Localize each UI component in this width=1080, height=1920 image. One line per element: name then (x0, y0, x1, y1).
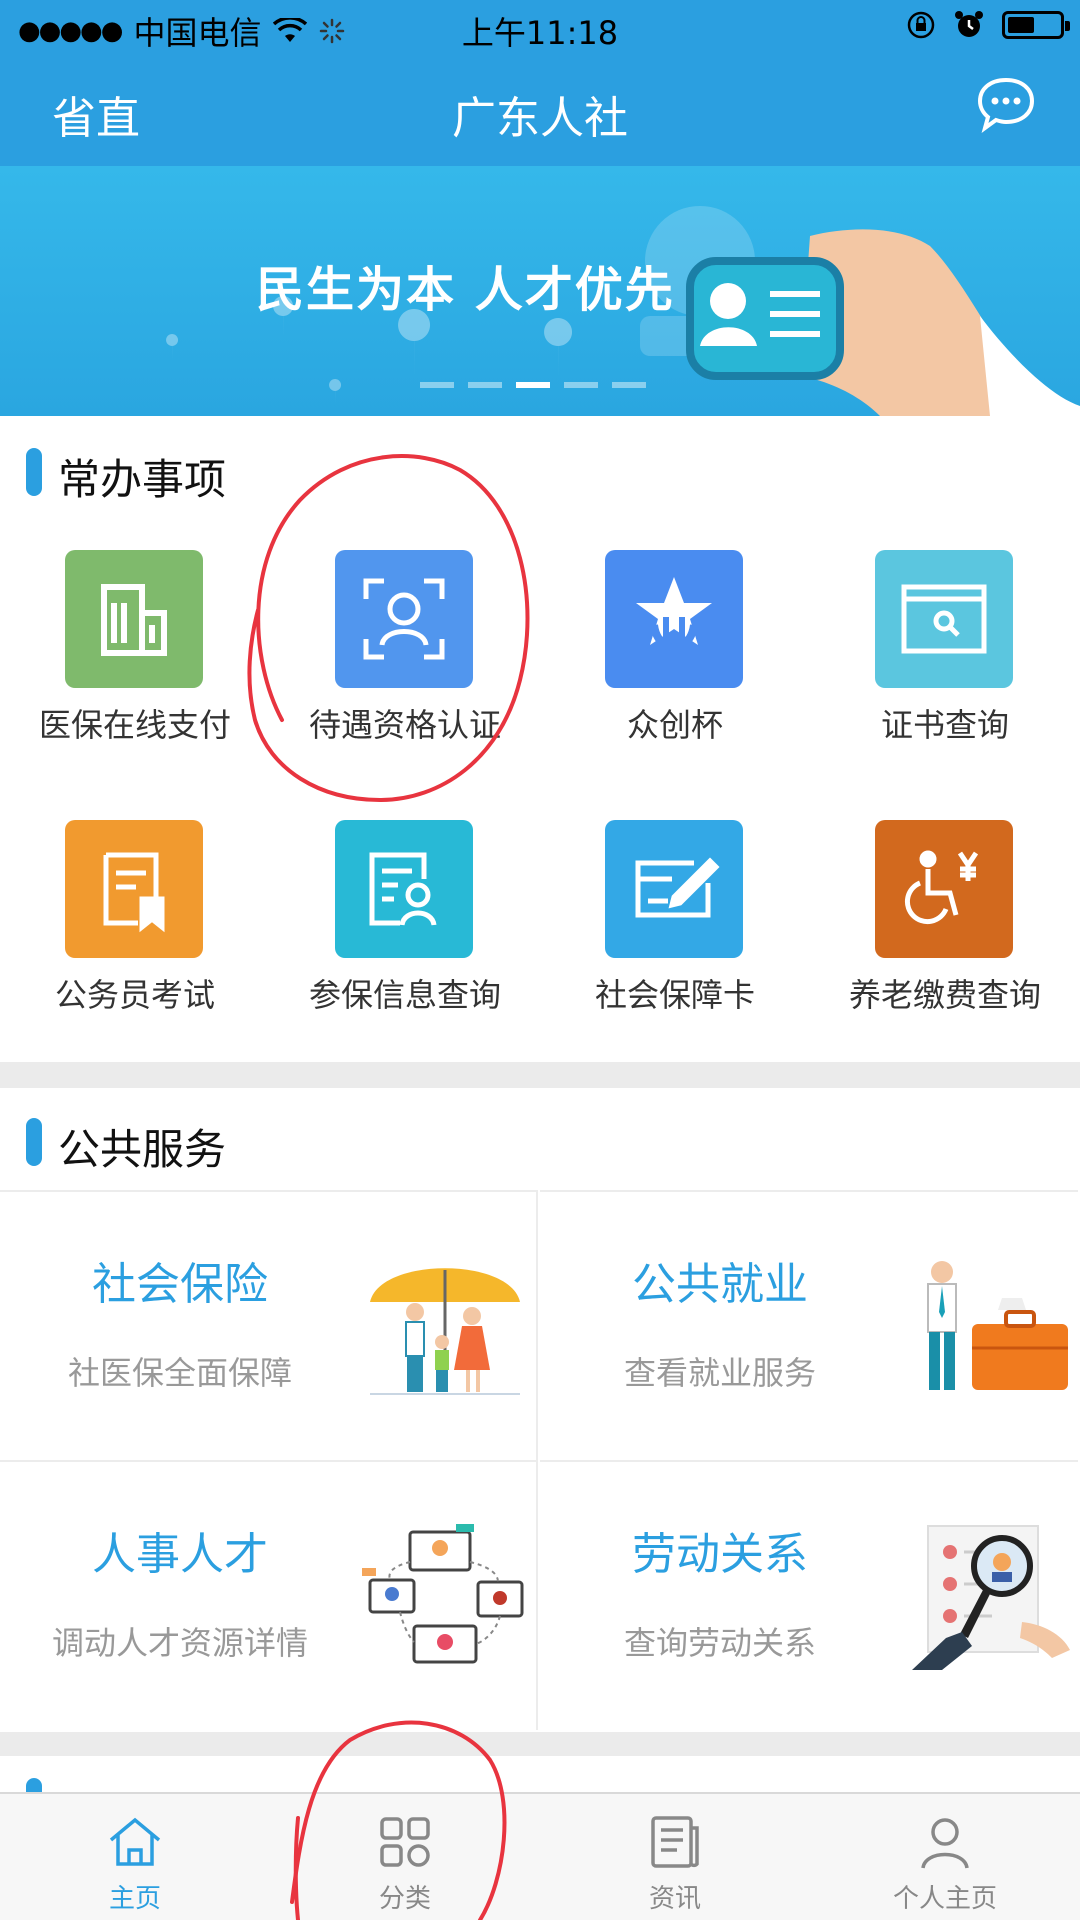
card-title: 人事人才 (92, 1529, 268, 1580)
item-pension-payment[interactable]: 养老缴费查询 (810, 820, 1080, 1030)
exam-document-icon (65, 820, 203, 958)
nav-header: 省直 广东人社 (0, 52, 1080, 166)
item-qualification-auth[interactable]: 待遇资格认证 (270, 550, 540, 760)
talent-network-illustration (362, 1524, 524, 1664)
tab-profile[interactable]: 个人主页 (810, 1794, 1080, 1920)
card-labor-relations[interactable]: 劳动关系 查询劳动关系 (540, 1460, 1078, 1730)
card-personnel-talent[interactable]: 人事人才 调动人才资源详情 (0, 1460, 538, 1730)
card-subtitle: 社医保全面保障 (67, 1354, 292, 1392)
item-medical-payment[interactable]: 医保在线支付 (0, 550, 270, 760)
card-title: 劳动关系 (632, 1529, 808, 1580)
tab-category[interactable]: 分类 (270, 1794, 540, 1920)
card-title: 社会保险 (92, 1259, 268, 1310)
wheelchair-yen-icon (875, 820, 1013, 958)
page-title: 广东人社 (452, 93, 628, 144)
tab-news[interactable]: 资讯 (540, 1794, 810, 1920)
pager-dot (420, 382, 454, 388)
card-subtitle: 查看就业服务 (623, 1354, 816, 1392)
rotation-lock-icon (907, 11, 935, 39)
card-social-insurance[interactable]: 社会保险 社医保全面保障 (0, 1190, 538, 1460)
card-subtitle: 调动人才资源详情 (51, 1624, 308, 1662)
section-divider (0, 1062, 1080, 1088)
common-section-header: 常办事项 (0, 420, 1080, 520)
section-title: 公共服务 (58, 1125, 227, 1174)
section-title: 常办事项 (58, 455, 227, 504)
pager-dot-active (516, 382, 550, 388)
pager-dot (612, 382, 646, 388)
chat-bubble-icon[interactable] (974, 72, 1038, 136)
item-label: 待遇资格认证 (308, 706, 501, 744)
item-label: 养老缴费查询 (848, 976, 1041, 1014)
banner-pager (420, 382, 646, 388)
item-social-security-card[interactable]: 社会保障卡 (540, 820, 810, 1030)
battery-icon (1002, 11, 1070, 39)
worker-briefcase-illustration (927, 1261, 1068, 1390)
grid-icon (380, 1817, 430, 1867)
star-cup-icon (605, 550, 743, 688)
section-divider (0, 1732, 1080, 1756)
news-icon (651, 1816, 699, 1868)
tab-label: 分类 (378, 1884, 431, 1914)
public-section-header: 公共服务 (0, 1090, 1080, 1190)
card-public-employment[interactable]: 公共就业 查看就业服务 (540, 1190, 1078, 1460)
item-label: 社会保障卡 (594, 976, 755, 1014)
bottom-tab-bar: 主页 分类 资讯 个人主页 (0, 1792, 1080, 1920)
item-insurance-info[interactable]: 参保信息查询 (270, 820, 540, 1030)
home-icon (109, 1817, 161, 1866)
card-subtitle: 查询劳动关系 (623, 1624, 816, 1662)
item-label: 众创杯 (626, 706, 723, 744)
pager-dot (564, 382, 598, 388)
person-document-icon (335, 820, 473, 958)
building-icon (65, 550, 203, 688)
family-umbrella-illustration (370, 1268, 520, 1395)
banner-slogan: 民生为本 人才优先 (256, 262, 675, 318)
promo-banner[interactable]: 民生为本 人才优先 (0, 166, 1080, 416)
magnifier-resume-illustration (912, 1525, 1070, 1670)
status-bar: ●●●●● 中国电信 上午11:18 (0, 0, 1080, 52)
item-certificate-query[interactable]: 证书查询 (810, 550, 1080, 760)
item-label: 医保在线支付 (38, 706, 231, 744)
tab-label: 主页 (108, 1884, 161, 1914)
card-title: 公共就业 (632, 1259, 808, 1310)
item-entrepreneur-cup[interactable]: 众创杯 (540, 550, 810, 760)
item-label: 公务员考试 (54, 976, 215, 1014)
section-accent-bar (26, 1118, 42, 1166)
alarm-icon (955, 11, 983, 37)
item-label: 参保信息查询 (308, 976, 501, 1014)
tab-label: 个人主页 (892, 1884, 997, 1914)
face-scan-icon (335, 550, 473, 688)
card-pen-icon (605, 820, 743, 958)
section-accent-bar (26, 448, 42, 496)
item-label: 证书查询 (880, 706, 1009, 744)
tab-label: 资讯 (648, 1884, 701, 1914)
item-civil-exam[interactable]: 公务员考试 (0, 820, 270, 1030)
tab-home[interactable]: 主页 (0, 1794, 270, 1920)
person-icon (921, 1818, 969, 1869)
pager-dot (468, 382, 502, 388)
search-window-icon (875, 550, 1013, 688)
